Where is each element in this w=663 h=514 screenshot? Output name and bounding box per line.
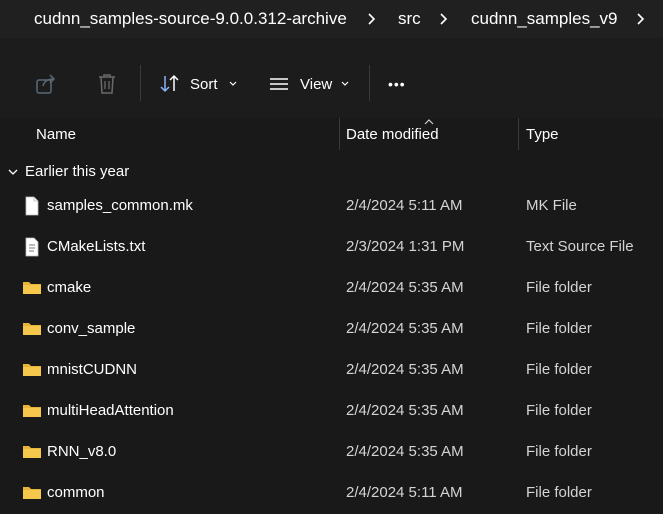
file-name: mnistCUDNN xyxy=(47,361,137,378)
file-row[interactable]: CMakeLists.txt 2/3/2024 1:31 PM Text Sourc… xyxy=(0,227,663,268)
file-type: File folder xyxy=(526,443,592,460)
more-icon: ••• xyxy=(388,76,406,92)
share-icon xyxy=(36,74,56,94)
file-type: File folder xyxy=(526,361,592,378)
sort-button[interactable]: Sort xyxy=(159,68,238,100)
sort-icon xyxy=(160,74,179,93)
folder-icon xyxy=(23,323,41,335)
file-type: File folder xyxy=(526,484,592,501)
view-icon xyxy=(270,78,288,90)
chevron-down-icon xyxy=(8,169,18,175)
sort-ascending-icon xyxy=(424,119,434,125)
column-header-row: Name Date modified Type xyxy=(0,118,663,150)
folder-icon xyxy=(23,364,41,376)
folder-icon xyxy=(23,446,41,458)
file-row[interactable]: RNN_v8.0 2/4/2024 5:35 AM File folder xyxy=(0,432,663,473)
sort-label: Sort xyxy=(190,75,218,93)
file-date-modified: 2/4/2024 5:35 AM xyxy=(346,402,464,419)
file-name: conv_sample xyxy=(47,320,136,337)
file-type: File folder xyxy=(526,320,592,337)
breadcrumb-item-cudnn-samples[interactable]: cudnn_samples_v9 xyxy=(471,9,617,29)
chevron-down-icon xyxy=(229,81,236,86)
chevron-down-icon xyxy=(341,81,349,86)
share-button[interactable] xyxy=(34,68,58,100)
chevron-right-icon[interactable] xyxy=(633,11,647,27)
file-row[interactable]: samples_common.mk 2/4/2024 5:11 AM MK File xyxy=(0,186,663,227)
command-bar: Sort View ••• xyxy=(0,38,663,119)
chevron-right-icon[interactable] xyxy=(436,11,450,27)
column-header-name[interactable]: Name xyxy=(36,126,76,143)
file-date-modified: 2/3/2024 1:31 PM xyxy=(346,238,465,255)
file-type: MK File xyxy=(526,197,577,214)
column-resize-handle[interactable] xyxy=(518,118,519,150)
file-name: RNN_v8.0 xyxy=(47,443,117,460)
folder-icon xyxy=(23,282,41,294)
file-date-modified: 2/4/2024 5:35 AM xyxy=(346,361,464,378)
file-date-modified: 2/4/2024 5:11 AM xyxy=(346,197,463,214)
toolbar-divider xyxy=(140,65,141,101)
file-row[interactable]: conv_sample 2/4/2024 5:35 AM File folder xyxy=(0,309,663,350)
column-resize-handle[interactable] xyxy=(339,118,340,150)
file-date-modified: 2/4/2024 5:35 AM xyxy=(346,320,464,337)
file-date-modified: 2/4/2024 5:35 AM xyxy=(346,443,464,460)
more-options-button[interactable]: ••• xyxy=(388,68,406,100)
group-header[interactable]: Earlier this year xyxy=(0,158,663,186)
file-row[interactable]: multiHeadAttention 2/4/2024 5:35 AM File f… xyxy=(0,391,663,432)
file-name: samples_common.mk xyxy=(47,197,193,214)
folder-icon xyxy=(23,405,41,417)
chevron-right-icon[interactable] xyxy=(364,11,378,27)
file-name: multiHeadAttention xyxy=(47,402,174,419)
group-label: Earlier this year xyxy=(25,163,130,180)
file-date-modified: 2/4/2024 5:11 AM xyxy=(346,484,463,501)
file-row[interactable]: cmake 2/4/2024 5:35 AM File folder xyxy=(0,268,663,309)
view-label: View xyxy=(300,75,333,93)
file-type: File folder xyxy=(526,402,592,419)
toolbar-divider xyxy=(369,65,370,101)
column-header-date[interactable]: Date modified xyxy=(346,126,439,143)
breadcrumb-item-src[interactable]: src xyxy=(398,9,421,29)
file-type: File folder xyxy=(526,279,592,296)
view-button[interactable]: View xyxy=(268,68,350,100)
file-name: CMakeLists.txt xyxy=(47,238,146,255)
breadcrumb-item-archive[interactable]: cudnn_samples-source-9.0.0.312-archive xyxy=(34,9,347,29)
file-name: cmake xyxy=(47,279,92,296)
file-type: Text Source File xyxy=(526,238,634,255)
file-icon xyxy=(25,196,39,216)
trash-icon xyxy=(99,74,115,94)
folder-icon xyxy=(23,487,41,499)
breadcrumb: cudnn_samples-source-9.0.0.312-archive s… xyxy=(0,0,663,38)
column-header-type[interactable]: Type xyxy=(526,126,559,143)
file-name: common xyxy=(47,484,105,501)
file-date-modified: 2/4/2024 5:35 AM xyxy=(346,279,464,296)
file-row[interactable]: mnistCUDNN 2/4/2024 5:35 AM File folder xyxy=(0,350,663,391)
file-row[interactable]: common 2/4/2024 5:11 AM File folder xyxy=(0,473,663,514)
delete-button[interactable] xyxy=(96,68,118,100)
text-file-icon xyxy=(25,237,39,257)
